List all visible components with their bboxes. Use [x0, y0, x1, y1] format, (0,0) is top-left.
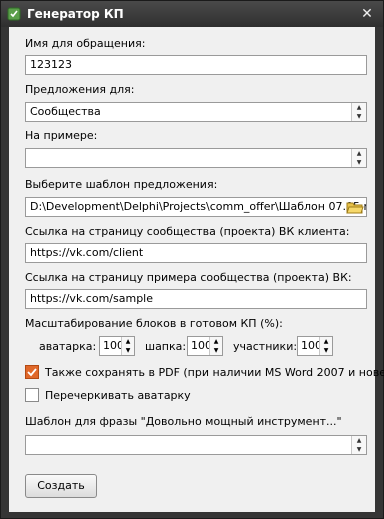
members-scale-spinner[interactable]: 100 ▲ ▼ [297, 336, 333, 356]
app-icon [7, 7, 21, 21]
save-pdf-checkbox[interactable] [25, 365, 39, 379]
spin-arrows-icon[interactable]: ▲ ▼ [121, 337, 134, 355]
scale-label: Масштабирование блоков в готовом КП (%): [25, 317, 283, 330]
offer-for-label: Предложения для: [25, 83, 135, 96]
phrase-template-select[interactable]: ▲ ▼ [25, 435, 367, 455]
phrase-template-label: Шаблон для фразы "Довольно мощный инстру… [25, 415, 342, 428]
template-path-input[interactable]: D:\Development\Delphi\Projects\comm_offe… [25, 197, 367, 217]
avatar-scale-spinner[interactable]: 100 ▲ ▼ [99, 336, 135, 356]
template-label: Выберите шаблон предложения: [25, 178, 218, 191]
spin-arrows-icon[interactable]: ▲ ▼ [319, 337, 332, 355]
checkmark-icon [27, 368, 37, 377]
name-input[interactable]: 123123 [25, 55, 367, 75]
spin-arrows-icon[interactable]: ▲ ▼ [351, 436, 366, 454]
open-folder-icon[interactable] [346, 199, 364, 215]
sample-link-label: Ссылка на страницу примера сообщества (п… [25, 271, 352, 284]
app-window: Генератор КП ✕ Имя для обращения: 123123… [0, 0, 384, 519]
offer-for-select[interactable]: Сообщества ▲ ▼ [25, 102, 367, 122]
spin-arrows-icon[interactable]: ▲ ▼ [351, 149, 366, 167]
client-link-input[interactable]: https://vk.com/client [25, 243, 367, 263]
save-pdf-label[interactable]: Также сохранять в PDF (при наличии MS Wo… [45, 366, 384, 379]
offer-for-value: Сообщества [30, 105, 101, 118]
strike-avatar-checkbox[interactable] [25, 388, 39, 402]
sample-link-input[interactable]: https://vk.com/sample [25, 289, 367, 309]
example-select[interactable]: ▲ ▼ [25, 148, 367, 168]
spin-arrows-icon[interactable]: ▲ ▼ [209, 337, 222, 355]
close-button[interactable]: ✕ [359, 6, 375, 22]
strike-avatar-label[interactable]: Перечеркивать аватарку [45, 389, 191, 402]
form-panel: Имя для обращения: 123123 Предложения дл… [9, 27, 384, 512]
create-button[interactable]: Создать [25, 474, 97, 498]
avatar-scale-label: аватарка: [39, 340, 97, 353]
template-path-value: D:\Development\Delphi\Projects\comm_offe… [30, 200, 367, 213]
header-scale-label: шапка: [145, 340, 187, 353]
spin-arrows-icon[interactable]: ▲ ▼ [351, 103, 366, 121]
window-title: Генератор КП [27, 7, 124, 21]
members-scale-label: участники: [233, 340, 298, 353]
header-scale-spinner[interactable]: 100 ▲ ▼ [187, 336, 223, 356]
close-icon: ✕ [361, 6, 373, 22]
title-bar[interactable]: Генератор КП ✕ [1, 1, 383, 27]
client-link-label: Ссылка на страницу сообщества (проекта) … [25, 225, 350, 238]
example-label: На примере: [25, 129, 98, 142]
name-label: Имя для обращения: [25, 37, 146, 50]
